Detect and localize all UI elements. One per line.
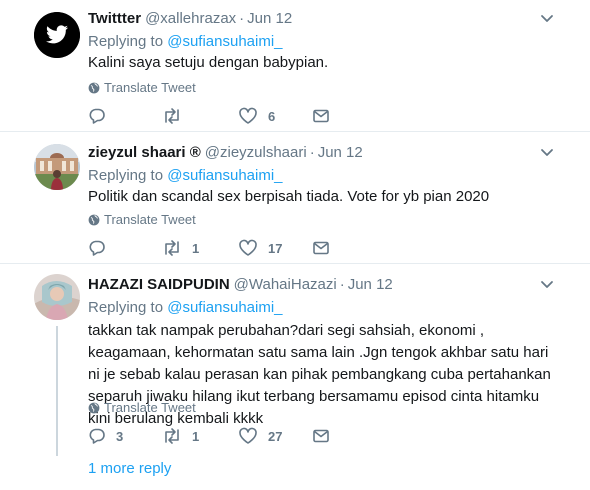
- user-photo: [34, 274, 80, 320]
- dm-button[interactable]: [312, 238, 330, 258]
- translate-tweet-link[interactable]: Translate Tweet: [88, 212, 196, 228]
- replying-to: Replying to @sufiansuhaimi_: [88, 33, 283, 51]
- like-button[interactable]: 17: [238, 238, 282, 258]
- tweet-header: HAZAZI SAIDPUDIN @WahaiHazazi · Jun 12: [88, 276, 393, 294]
- translate-tweet-link[interactable]: Translate Tweet: [88, 400, 196, 416]
- tweet-actions: 1 17: [88, 238, 348, 258]
- globe-icon: [88, 402, 100, 414]
- translate-label: Translate Tweet: [104, 212, 196, 227]
- more-replies-link[interactable]: 1 more reply: [88, 460, 171, 478]
- replying-prefix: Replying to: [88, 299, 168, 316]
- globe-icon: [88, 214, 100, 226]
- reply-icon: [89, 240, 105, 256]
- tweet-actions: 6: [88, 106, 348, 126]
- tweet-actions: 3 1 27: [88, 426, 348, 446]
- mention-link[interactable]: @sufiansuhaimi_: [167, 167, 282, 184]
- tweet-3[interactable]: HAZAZI SAIDPUDIN @WahaiHazazi · Jun 12 Repl…: [0, 264, 590, 490]
- replying-to: Replying to @sufiansuhaimi_: [88, 167, 283, 185]
- replying-prefix: Replying to: [88, 167, 168, 184]
- like-button[interactable]: 6: [238, 106, 275, 126]
- retweet-icon: [165, 108, 179, 124]
- tweet-1[interactable]: Twittter @xallehrazax · Jun 12 Replying to …: [0, 0, 590, 128]
- dm-button[interactable]: [312, 426, 330, 446]
- tweet-text: Politik dan scandal sex berpisah tiada. …: [88, 188, 490, 205]
- retweet-count: 1: [192, 240, 200, 256]
- user-handle[interactable]: @xallehrazax: [145, 10, 236, 27]
- retweet-button[interactable]: [162, 106, 192, 126]
- separator-dot: ·: [239, 10, 245, 27]
- retweet-count: 1: [192, 428, 200, 444]
- avatar[interactable]: [34, 12, 80, 58]
- user-photo: [34, 144, 80, 190]
- separator-dot: ·: [309, 144, 315, 161]
- chevron-down-icon[interactable]: [540, 280, 554, 290]
- chevron-down-icon[interactable]: [540, 14, 554, 24]
- like-icon: [239, 239, 257, 256]
- reply-icon: [89, 108, 105, 124]
- dm-icon: [313, 429, 329, 443]
- like-icon: [239, 107, 257, 124]
- retweet-button[interactable]: 1: [162, 238, 199, 258]
- retweet-icon: [165, 240, 179, 256]
- dm-button[interactable]: [312, 106, 330, 126]
- chevron-down-icon[interactable]: [540, 148, 554, 158]
- tweet-2[interactable]: zieyzul shaari ® @zieyzulshaari · Jun 12 Re…: [0, 132, 590, 262]
- tweet-date[interactable]: Jun 12: [247, 10, 292, 27]
- like-button[interactable]: 27: [238, 426, 282, 446]
- globe-icon: [88, 82, 100, 94]
- translate-label: Translate Tweet: [104, 400, 196, 415]
- separator-dot: ·: [339, 276, 345, 293]
- user-handle[interactable]: @WahaiHazazi: [234, 276, 337, 293]
- display-name[interactable]: HAZAZI SAIDPUDIN: [88, 276, 230, 293]
- translate-tweet-link[interactable]: Translate Tweet: [88, 80, 196, 96]
- reply-icon: [89, 428, 105, 444]
- replying-to: Replying to @sufiansuhaimi_: [88, 299, 283, 317]
- tweet-header: Twittter @xallehrazax · Jun 12: [88, 10, 292, 28]
- avatar[interactable]: [34, 144, 80, 190]
- twitter-bird-icon: [34, 12, 80, 58]
- display-name[interactable]: zieyzul shaari ®: [88, 144, 201, 161]
- tweet-date[interactable]: Jun 12: [318, 144, 363, 161]
- user-handle[interactable]: @zieyzulshaari: [205, 144, 307, 161]
- replying-prefix: Replying to: [88, 33, 168, 50]
- reply-button[interactable]: [88, 238, 116, 258]
- display-name[interactable]: Twittter: [88, 10, 141, 27]
- like-count: 6: [268, 108, 276, 124]
- mention-link[interactable]: @sufiansuhaimi_: [167, 33, 282, 50]
- mention-link[interactable]: @sufiansuhaimi_: [167, 299, 282, 316]
- dm-icon: [313, 241, 329, 255]
- like-count: 17: [268, 240, 283, 256]
- reply-button[interactable]: 3: [88, 426, 123, 446]
- tweet-text: Kalini saya setuju dengan babypian.: [88, 54, 329, 71]
- reply-count: 3: [116, 428, 124, 444]
- avatar[interactable]: [34, 274, 80, 320]
- translate-label: Translate Tweet: [104, 80, 196, 95]
- like-icon: [239, 427, 257, 444]
- tweet-date[interactable]: Jun 12: [348, 276, 393, 293]
- retweet-icon: [165, 428, 179, 444]
- retweet-button[interactable]: 1: [162, 426, 199, 446]
- tweet-header: zieyzul shaari ® @zieyzulshaari · Jun 12: [88, 144, 363, 162]
- dm-icon: [313, 109, 329, 123]
- reply-button[interactable]: [88, 106, 116, 126]
- like-count: 27: [268, 428, 283, 444]
